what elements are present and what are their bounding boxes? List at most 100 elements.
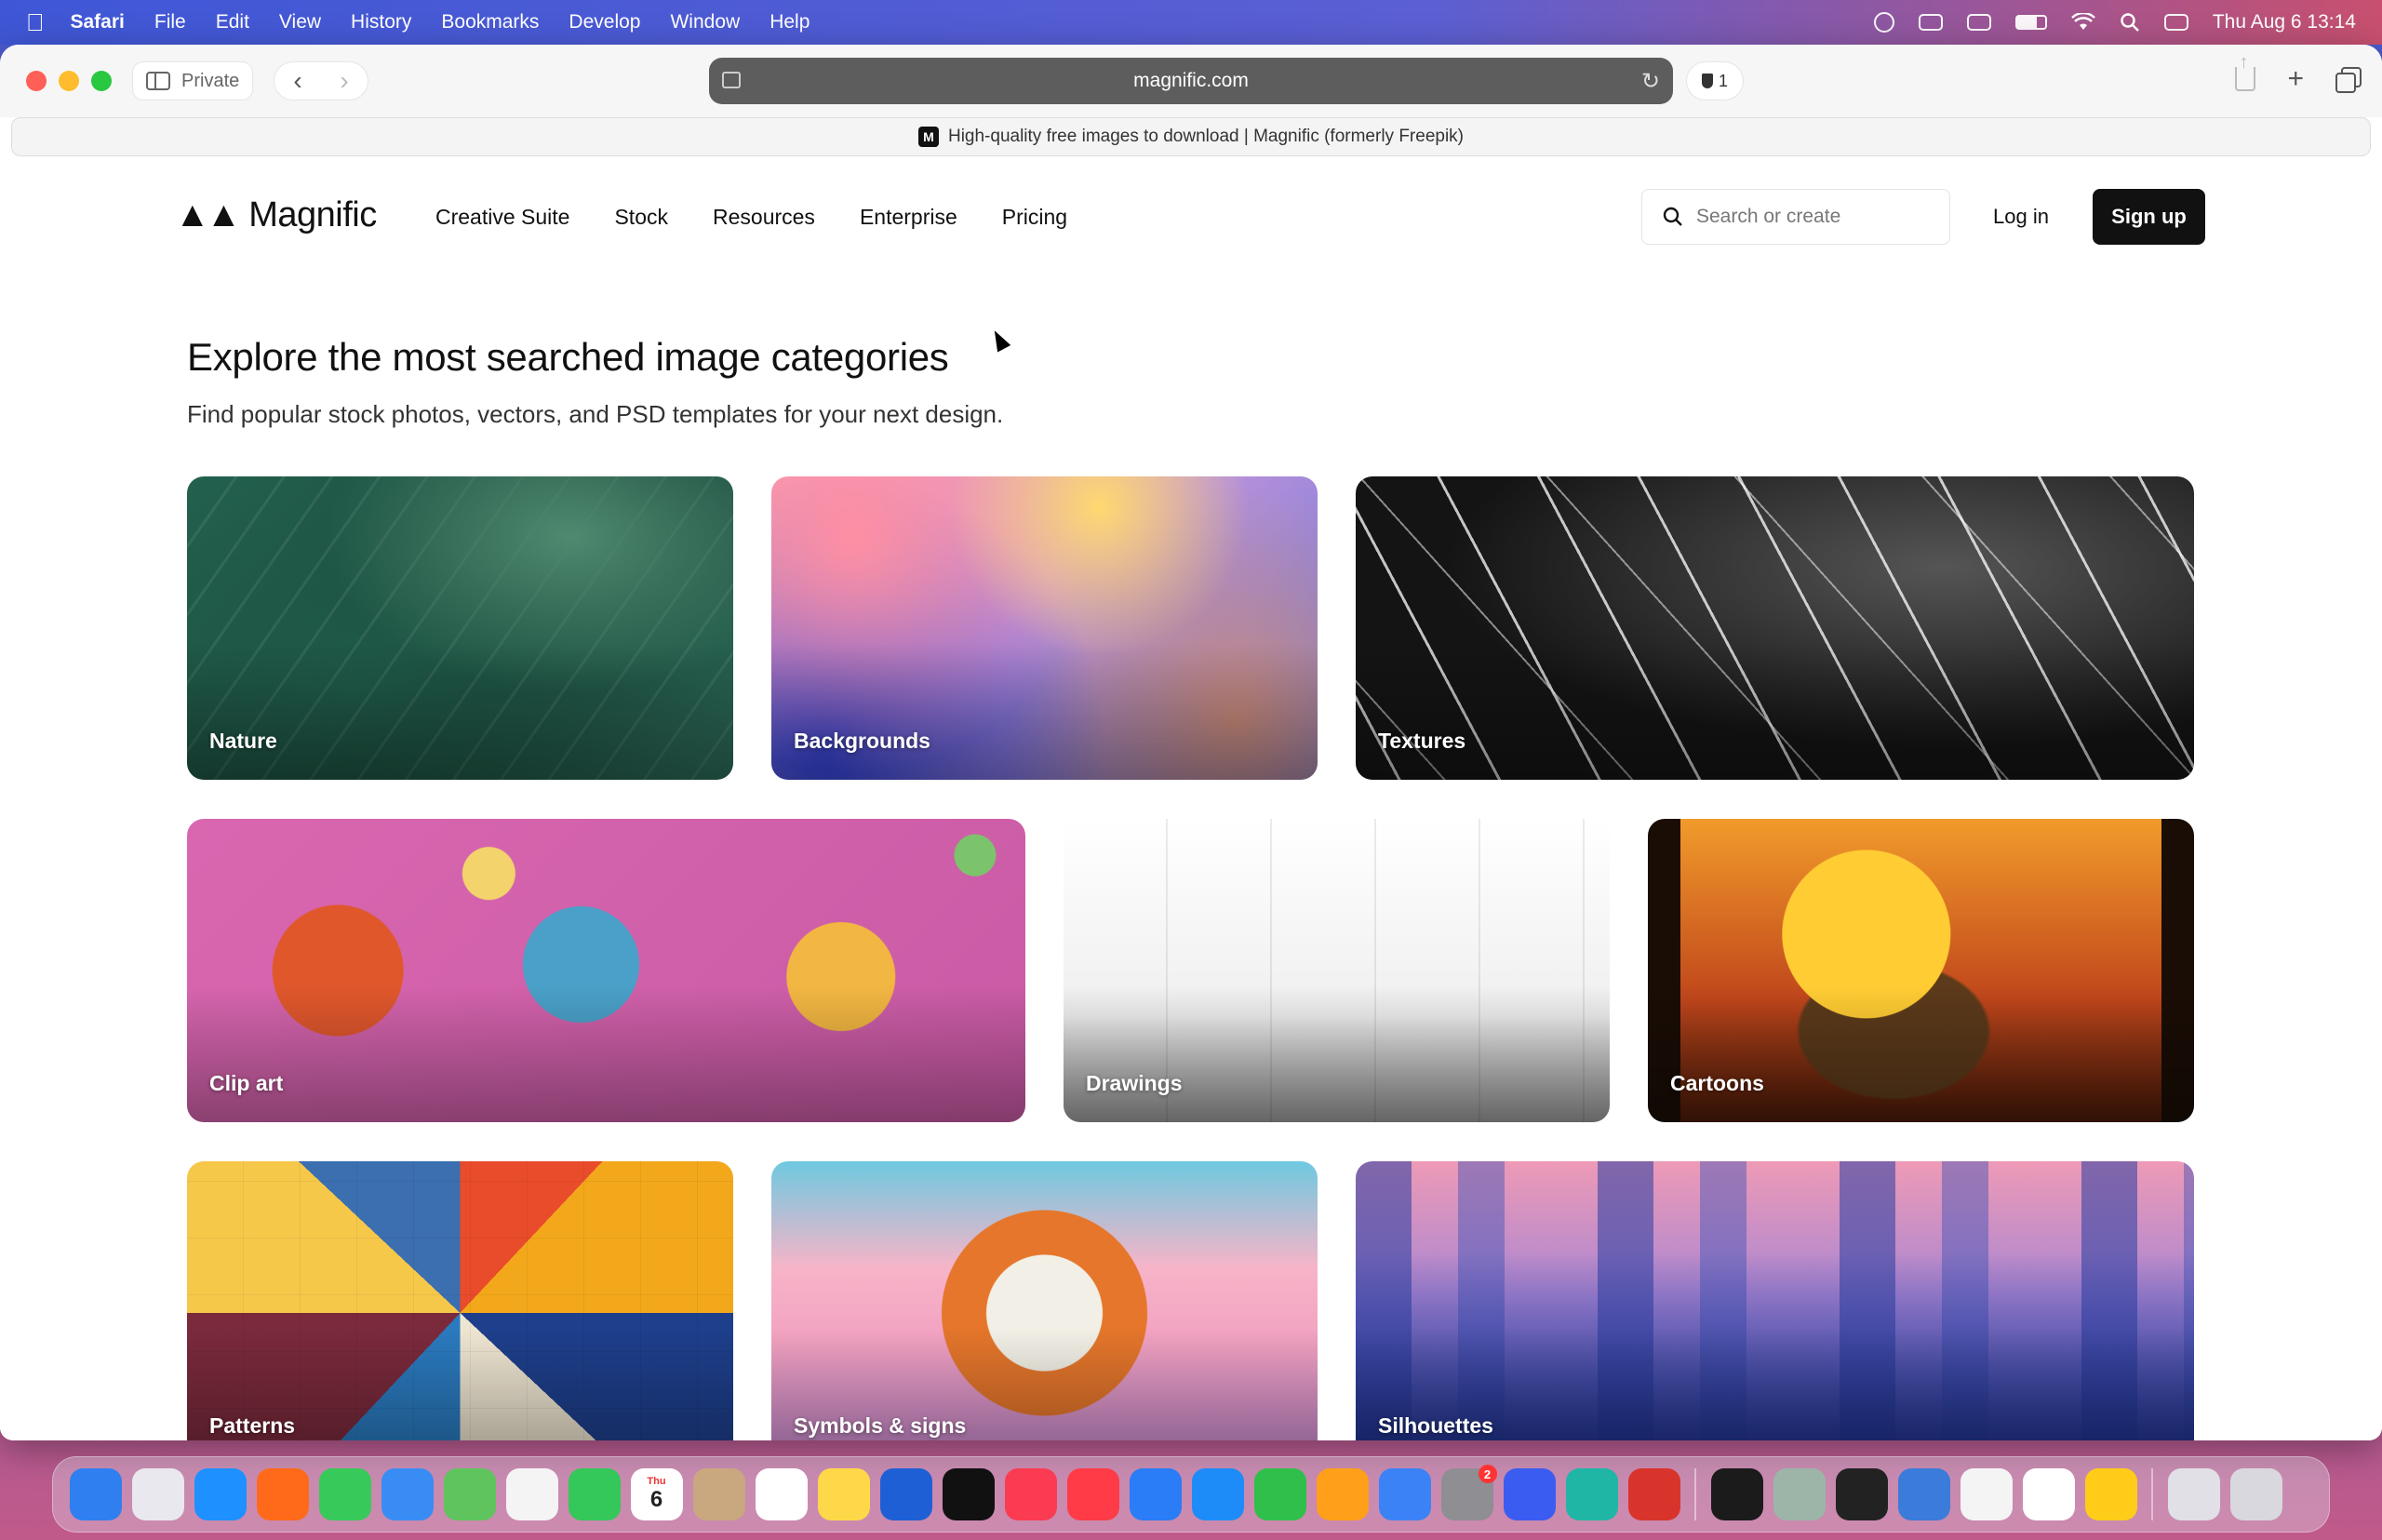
apple-menu-icon[interactable]:  (26, 8, 45, 37)
browser-toolbar: Private ‹ › magnific.com ↻ 1 + (0, 45, 2382, 117)
terminal-icon[interactable] (1710, 1468, 1763, 1520)
battery-icon[interactable] (2014, 15, 2047, 30)
xcode-icon[interactable] (1378, 1468, 1431, 1520)
category-card-nature[interactable]: Nature (187, 476, 733, 780)
address-bar[interactable]: magnific.com ↻ (709, 58, 1673, 104)
dock-separator (1694, 1468, 1696, 1520)
contacts-icon[interactable] (692, 1468, 745, 1520)
surfshark-icon[interactable] (1565, 1468, 1618, 1520)
tv-icon[interactable] (942, 1468, 995, 1520)
nav-stock[interactable]: Stock (614, 205, 668, 230)
category-card-drawings[interactable]: Drawings (1064, 819, 1610, 1122)
logo-text: Magnific (248, 195, 377, 234)
menu-app-safari[interactable]: Safari (71, 11, 125, 33)
control-center-icon[interactable] (2163, 14, 2188, 31)
menu-bookmarks[interactable]: Bookmarks (441, 11, 539, 33)
keynote-icon[interactable] (1129, 1468, 1182, 1520)
music-icon[interactable] (1004, 1468, 1057, 1520)
menu-develop[interactable]: Develop (569, 11, 640, 33)
finder-icon[interactable] (69, 1468, 122, 1520)
sidebar-toggle-button[interactable]: Private (132, 61, 254, 100)
simulator-icon[interactable] (1503, 1468, 1556, 1520)
privacy-count: 1 (1718, 71, 1728, 90)
wifi-icon[interactable] (2070, 13, 2095, 32)
site-favicon: M (917, 127, 939, 147)
screen-mirroring-icon[interactable] (1966, 14, 1991, 31)
window-controls (26, 71, 112, 91)
history-nav: ‹ › (274, 61, 368, 100)
category-card-clip-art[interactable]: Clip art (187, 819, 1025, 1122)
menu-bar-clock[interactable]: Thu Aug 6 13:14 (2213, 11, 2356, 33)
notes-icon[interactable] (817, 1468, 870, 1520)
preview-icon[interactable] (1773, 1468, 1826, 1520)
nav-pricing[interactable]: Pricing (1002, 205, 1067, 230)
forward-button[interactable]: › (340, 66, 348, 96)
tab-overview-icon[interactable] (2335, 67, 2362, 93)
private-label: Private (181, 70, 240, 91)
close-window-button[interactable] (26, 71, 47, 91)
new-tab-icon[interactable]: + (2287, 63, 2304, 95)
site-logo[interactable]: ▲▲ Magnific (175, 195, 377, 235)
pages-icon[interactable] (1316, 1468, 1369, 1520)
menu-file[interactable]: File (154, 11, 186, 33)
back-button[interactable]: ‹ (293, 66, 301, 96)
privacy-report-button[interactable]: 1 (1686, 61, 1744, 100)
search-input[interactable]: Search or create (1641, 189, 1950, 245)
safari-window: Private ‹ › magnific.com ↻ 1 + M High-qu… (0, 45, 2382, 1440)
nav-creative-suite[interactable]: Creative Suite (435, 205, 569, 230)
chrome-icon[interactable] (1960, 1468, 2013, 1520)
keyboard-icon[interactable] (1918, 14, 1943, 31)
disk-utility-icon[interactable] (1897, 1468, 1950, 1520)
menu-window[interactable]: Window (670, 11, 740, 33)
menu-history[interactable]: History (351, 11, 411, 33)
news-icon[interactable] (1066, 1468, 1119, 1520)
firefox-icon[interactable] (256, 1468, 309, 1520)
menu-edit[interactable]: Edit (216, 11, 249, 33)
now-playing-icon[interactable] (1873, 12, 1894, 33)
nav-enterprise[interactable]: Enterprise (860, 205, 957, 230)
nav-resources[interactable]: Resources (713, 205, 815, 230)
spotlight-search-icon[interactable] (2120, 12, 2140, 33)
tips-icon[interactable] (2084, 1468, 2137, 1520)
remote-icon[interactable] (1627, 1468, 1680, 1520)
category-label: Cartoons (1670, 1071, 1764, 1095)
zoom-window-button[interactable] (91, 71, 112, 91)
mail-icon[interactable] (381, 1468, 434, 1520)
reload-icon[interactable]: ↻ (1641, 68, 1660, 95)
numbers-icon[interactable] (1253, 1468, 1306, 1520)
category-label: Silhouettes (1378, 1413, 1493, 1438)
tab-bar[interactable]: M High-quality free images to download |… (11, 117, 2371, 156)
signup-button[interactable]: Sign up (2093, 189, 2205, 245)
category-card-symbols-signs[interactable]: Symbols & signs (771, 1161, 1318, 1440)
messages-icon[interactable] (318, 1468, 371, 1520)
downloads-icon[interactable] (2167, 1468, 2220, 1520)
page-menu-icon[interactable] (722, 72, 741, 88)
category-label: Patterns (209, 1413, 296, 1438)
freeform-icon[interactable] (879, 1468, 932, 1520)
card-shade (1356, 643, 2194, 780)
activity-monitor-icon[interactable] (1835, 1468, 1888, 1520)
dock: Thu 6 2 (52, 1456, 2330, 1533)
trash-icon[interactable] (2229, 1468, 2282, 1520)
system-settings-icon[interactable]: 2 (1440, 1465, 1497, 1520)
menu-help[interactable]: Help (769, 11, 810, 33)
launchpad-icon[interactable] (131, 1468, 184, 1520)
calendar-icon[interactable]: Thu 6 (630, 1468, 683, 1520)
reminders-icon[interactable] (755, 1468, 808, 1520)
app-store-icon[interactable] (1191, 1468, 1244, 1520)
maps-icon[interactable] (443, 1468, 496, 1520)
facetime-icon[interactable] (568, 1468, 621, 1520)
category-card-backgrounds[interactable]: Backgrounds (771, 476, 1318, 780)
minimize-window-button[interactable] (59, 71, 79, 91)
category-card-patterns[interactable]: Patterns (187, 1161, 733, 1440)
photos-icon[interactable] (505, 1468, 558, 1520)
category-card-textures[interactable]: Textures (1356, 476, 2194, 780)
category-card-cartoons[interactable]: Cartoons (1648, 819, 2194, 1122)
menu-view[interactable]: View (279, 11, 321, 33)
login-button[interactable]: Log in (1993, 205, 2049, 229)
category-label: Drawings (1086, 1071, 1183, 1095)
safari-icon[interactable] (194, 1468, 247, 1520)
share-icon[interactable] (2235, 52, 2256, 91)
spreadsheet-icon[interactable] (2022, 1468, 2075, 1520)
category-card-silhouettes[interactable]: Silhouettes (1356, 1161, 2194, 1440)
